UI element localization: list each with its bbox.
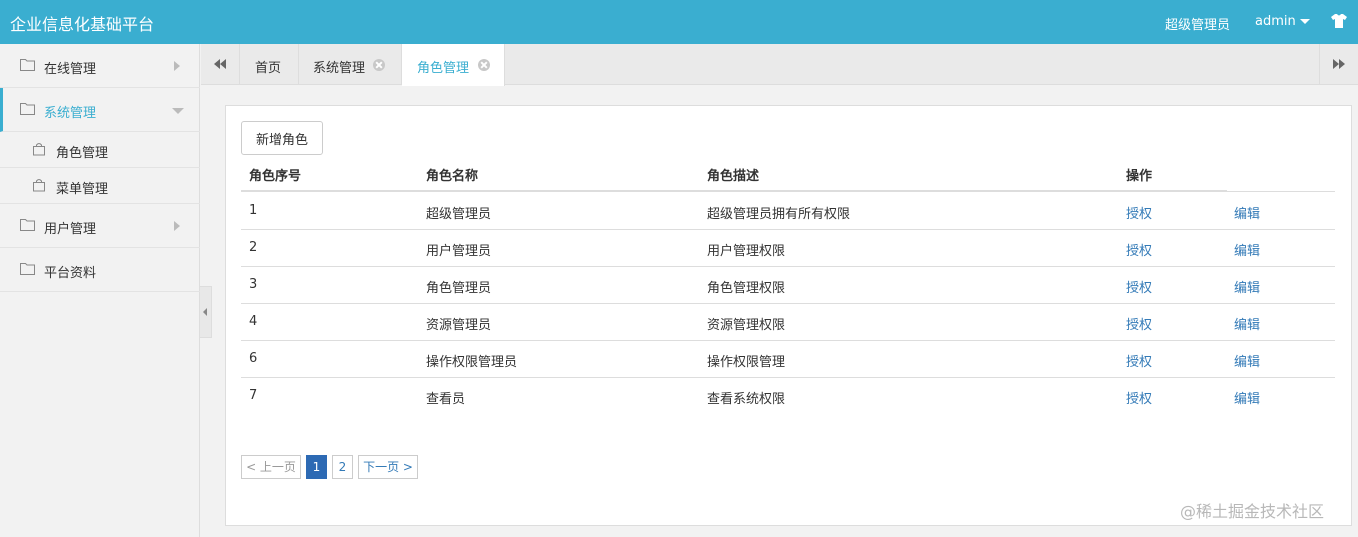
authorize-link[interactable]: 授权	[1126, 203, 1152, 222]
user-menu[interactable]: admin	[1255, 14, 1296, 29]
edit-link[interactable]: 编辑	[1234, 240, 1260, 259]
chevron-left-icon	[203, 308, 207, 316]
table-row: 4 资源管理员 资源管理权限 授权 编辑	[241, 304, 1335, 341]
table-row: 1 超级管理员 超级管理员拥有所有权限 授权 编辑	[241, 193, 1335, 230]
cell-name: 用户管理员	[426, 244, 492, 259]
cell-desc: 资源管理权限	[707, 318, 786, 333]
sidebar-item-label: 平台资料	[44, 266, 97, 281]
tab-home[interactable]: 首页	[240, 44, 299, 85]
tab-label: 系统管理	[313, 61, 366, 76]
table-row: 2 用户管理员 用户管理权限 授权 编辑	[241, 230, 1335, 267]
chevron-down-icon	[172, 108, 184, 114]
authorize-link[interactable]: 授权	[1126, 351, 1152, 370]
cell-desc: 用户管理权限	[707, 244, 786, 259]
chevron-right-icon	[174, 221, 180, 231]
bag-icon	[32, 178, 46, 192]
cell-id: 3	[249, 277, 258, 292]
sidebar-item-label: 在线管理	[44, 62, 97, 77]
cell-id: 6	[249, 351, 258, 366]
authorize-link[interactable]: 授权	[1126, 388, 1152, 407]
sidebar-subitem-label: 角色管理	[56, 146, 109, 161]
double-right-icon	[1333, 59, 1345, 69]
authorize-link[interactable]: 授权	[1126, 277, 1152, 296]
sidebar-subitem-menu[interactable]: 菜单管理	[0, 168, 200, 204]
sidebar-item-online[interactable]: 在线管理	[0, 44, 200, 88]
prev-page-button[interactable]: < 上一页	[241, 455, 301, 479]
folder-icon	[20, 218, 35, 231]
folder-icon	[20, 58, 35, 71]
table-header-divider	[241, 190, 1227, 192]
table-row: 3 角色管理员 角色管理权限 授权 编辑	[241, 267, 1335, 304]
sidebar-item-label: 用户管理	[44, 222, 97, 237]
sidebar-item-platform[interactable]: 平台资料	[0, 248, 200, 292]
table-header-divider	[1227, 191, 1335, 192]
next-page-button[interactable]: 下一页 >	[358, 455, 418, 479]
sidebar-collapse-handle[interactable]	[200, 286, 212, 338]
cell-name: 资源管理员	[426, 318, 492, 333]
authorize-link[interactable]: 授权	[1126, 314, 1152, 333]
tab-scroll-left-button[interactable]	[201, 44, 240, 85]
chevron-right-icon	[174, 61, 180, 71]
app-title: 企业信息化基础平台	[10, 15, 155, 34]
tab-system[interactable]: 系统管理	[299, 44, 402, 85]
table-row: 6 操作权限管理员 操作权限管理 授权 编辑	[241, 341, 1335, 378]
edit-link[interactable]: 编辑	[1234, 351, 1260, 370]
close-icon[interactable]	[478, 59, 490, 71]
edit-link[interactable]: 编辑	[1234, 277, 1260, 296]
cell-desc: 操作权限管理	[707, 355, 786, 370]
double-left-icon	[214, 59, 226, 69]
shirt-icon[interactable]	[1330, 12, 1348, 30]
authorize-link[interactable]: 授权	[1126, 240, 1152, 259]
sidebar: 在线管理 系统管理 角色管理 菜单管理 用户管理 平台资料	[0, 44, 200, 537]
page-2-button[interactable]: 2	[332, 455, 353, 479]
cell-name: 操作权限管理员	[426, 355, 518, 370]
cell-name: 查看员	[426, 392, 466, 407]
watermark: @稀土掘金技术社区	[1180, 502, 1325, 521]
sidebar-subitem-role[interactable]: 角色管理	[0, 132, 200, 168]
sidebar-item-system[interactable]: 系统管理	[0, 88, 200, 132]
column-header-id: 角色序号	[249, 169, 302, 184]
close-icon[interactable]	[373, 59, 385, 71]
cell-id: 4	[249, 314, 258, 329]
tab-label: 角色管理	[417, 61, 470, 76]
sidebar-item-users[interactable]: 用户管理	[0, 204, 200, 248]
cell-name: 角色管理员	[426, 281, 492, 296]
column-header-desc: 角色描述	[707, 169, 760, 184]
sidebar-subitem-label: 菜单管理	[56, 182, 109, 197]
tab-scroll-right-button[interactable]	[1319, 44, 1358, 85]
tab-label: 首页	[255, 61, 282, 76]
edit-link[interactable]: 编辑	[1234, 314, 1260, 333]
edit-link[interactable]: 编辑	[1234, 203, 1260, 222]
cell-id: 1	[249, 203, 258, 218]
sidebar-item-label: 系统管理	[44, 106, 97, 121]
add-role-button[interactable]: 新增角色	[241, 121, 323, 155]
column-header-actions: 操作	[1126, 169, 1153, 184]
cell-desc: 查看系统权限	[707, 392, 786, 407]
cell-id: 2	[249, 240, 258, 255]
cell-name: 超级管理员	[426, 207, 492, 222]
table-row: 7 查看员 查看系统权限 授权 编辑	[241, 378, 1335, 415]
chevron-down-icon[interactable]	[1300, 19, 1310, 24]
user-role: 超级管理员	[1165, 18, 1231, 33]
edit-link[interactable]: 编辑	[1234, 388, 1260, 407]
tab-role[interactable]: 角色管理	[402, 44, 505, 86]
cell-desc: 超级管理员拥有所有权限	[707, 207, 851, 222]
top-bar: 企业信息化基础平台 超级管理员 admin	[0, 0, 1358, 44]
cell-desc: 角色管理权限	[707, 281, 786, 296]
bag-icon	[32, 142, 46, 156]
page-1-button[interactable]: 1	[306, 455, 327, 479]
folder-icon	[20, 262, 35, 275]
cell-id: 7	[249, 388, 258, 403]
column-header-name: 角色名称	[426, 169, 479, 184]
folder-icon	[20, 102, 35, 115]
tab-bar: 首页 系统管理 角色管理	[201, 44, 1358, 86]
